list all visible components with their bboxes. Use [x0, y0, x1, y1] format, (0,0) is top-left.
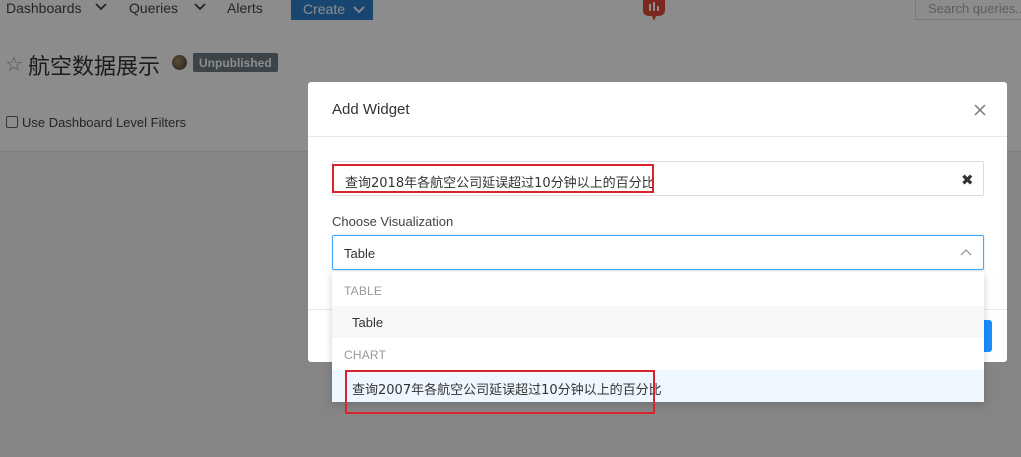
- query-search-input[interactable]: 查询2018年各航空公司延误超过10分钟以上的百分比 ✖: [332, 161, 984, 196]
- option-group-label: TABLE: [344, 284, 383, 298]
- dropdown-option-chart[interactable]: 查询2007年各航空公司延误超过10分钟以上的百分比: [332, 370, 984, 402]
- visualization-dropdown: TABLE Table CHART 查询2007年各航空公司延误超过10分钟以上…: [332, 272, 984, 402]
- visualization-label: Choose Visualization: [332, 214, 454, 229]
- visualization-selected-value: Table: [344, 246, 376, 261]
- modal-header: Add Widget: [308, 82, 1007, 137]
- modal-title: Add Widget: [332, 101, 410, 118]
- clear-icon[interactable]: ✖: [961, 171, 974, 189]
- save-button[interactable]: [984, 320, 992, 352]
- dropdown-option-table[interactable]: Table: [332, 306, 984, 338]
- option-group-label: CHART: [344, 348, 387, 362]
- query-input-value: 查询2018年各航空公司延误超过10分钟以上的百分比: [345, 176, 655, 191]
- visualization-select[interactable]: Table: [332, 235, 984, 270]
- option-label: 查询2007年各航空公司延误超过10分钟以上的百分比: [352, 383, 662, 398]
- option-label: Table: [352, 315, 384, 330]
- chevron-up-icon[interactable]: [959, 247, 973, 257]
- close-icon[interactable]: [972, 102, 988, 118]
